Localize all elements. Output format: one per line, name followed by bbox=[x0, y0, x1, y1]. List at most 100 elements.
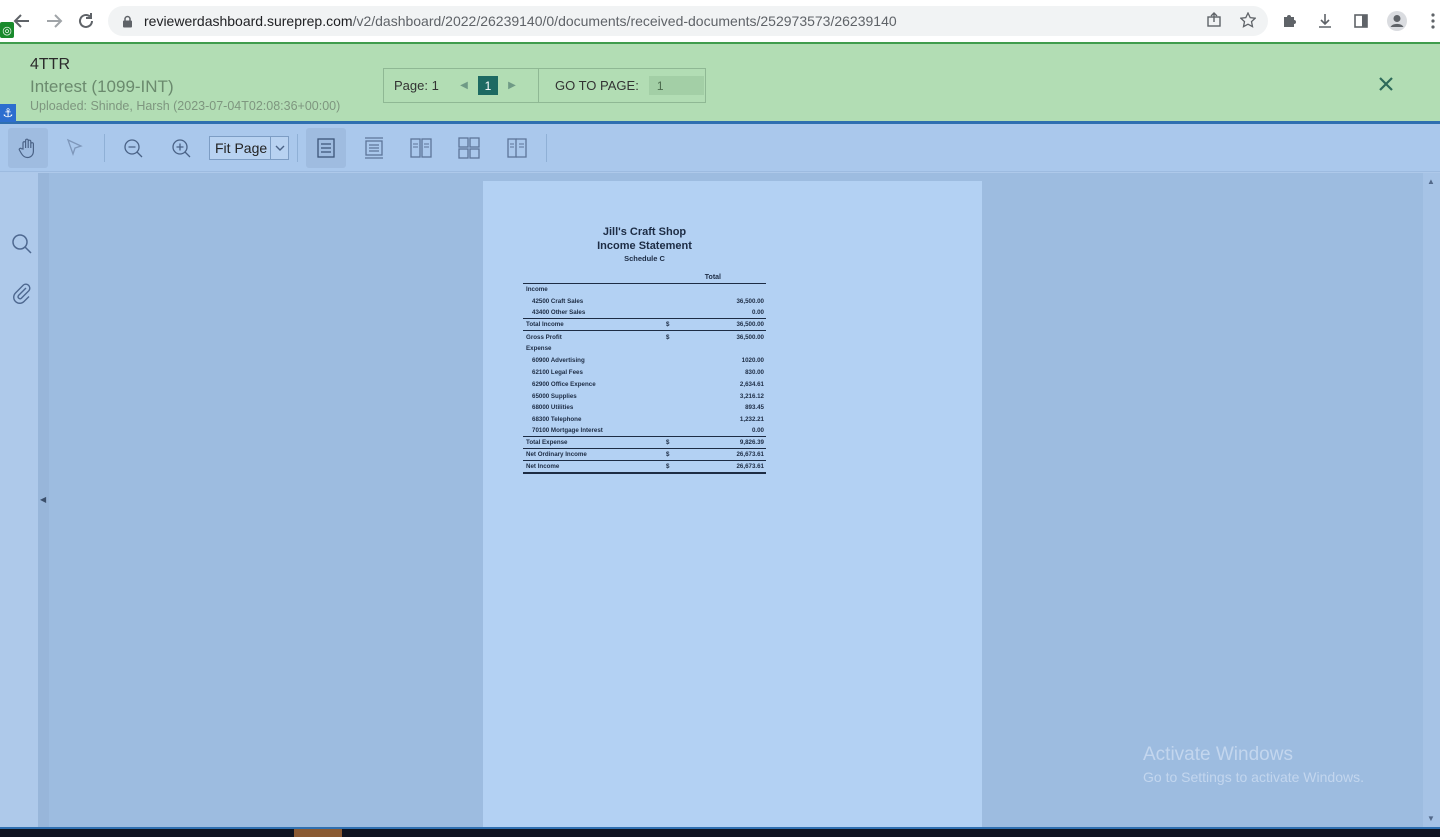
goto-page-input[interactable] bbox=[648, 76, 704, 95]
statement-row: 65000 Supplies 3,216.12 bbox=[523, 390, 766, 402]
statement-row: Total Expense $9,826.39 bbox=[523, 437, 766, 450]
row-amount: 36,500.00 bbox=[736, 333, 764, 341]
address-bar[interactable]: reviewerdashboard.sureprep.com/v2/dashbo… bbox=[108, 6, 1268, 36]
single-page-icon bbox=[317, 138, 335, 158]
close-document-button[interactable] bbox=[1376, 74, 1396, 94]
single-page-view-button[interactable] bbox=[306, 128, 346, 168]
statement-row: 70100 Mortgage Interest 0.00 bbox=[523, 426, 766, 438]
row-label: Total Income bbox=[526, 321, 564, 329]
statement-column-header: Total bbox=[523, 273, 766, 284]
row-label: 68300 Telephone bbox=[532, 416, 582, 424]
row-label: Net Ordinary Income bbox=[526, 451, 587, 459]
scroll-up-icon[interactable]: ▲ bbox=[1427, 177, 1435, 186]
row-currency: $ bbox=[666, 321, 670, 329]
row-amount: 0.00 bbox=[751, 427, 764, 435]
row-amount: 830.00 bbox=[745, 368, 764, 376]
statement-row: 68000 Utilities 893.45 bbox=[523, 402, 766, 414]
row-label: 60900 Advertising bbox=[532, 357, 585, 365]
toolbar-divider bbox=[546, 134, 547, 162]
statement-row: Net Income $26,673.61 bbox=[523, 461, 766, 474]
statement-row: 60900 Advertising 1020.00 bbox=[523, 355, 766, 367]
statement-row: Gross Profit $36,500.00 bbox=[523, 331, 766, 343]
statement-row: 62900 Office Expence 2,634.61 bbox=[523, 378, 766, 390]
side-panel-icon[interactable] bbox=[1348, 8, 1374, 34]
statement-row: Net Ordinary Income $26,673.61 bbox=[523, 449, 766, 461]
statement-row: 42500 Craft Sales 36,500.00 bbox=[523, 296, 766, 308]
zoom-level-select[interactable]: Fit Page bbox=[209, 136, 289, 160]
zoom-out-icon bbox=[124, 139, 143, 158]
income-statement: Jill's Craft Shop Income Statement Sched… bbox=[523, 225, 766, 474]
activate-windows-watermark: Activate Windows Go to Settings to activ… bbox=[1143, 744, 1364, 785]
row-label: Total Expense bbox=[526, 439, 568, 447]
zoom-in-button[interactable] bbox=[161, 128, 201, 168]
row-amount: 1020.00 bbox=[741, 357, 764, 365]
two-page-view-button[interactable] bbox=[401, 128, 441, 168]
close-icon bbox=[1379, 77, 1393, 91]
row-label: 65000 Supplies bbox=[532, 392, 577, 400]
row-label: Income bbox=[526, 286, 548, 294]
zoom-in-icon bbox=[172, 139, 191, 158]
browser-toolbar: reviewerdashboard.sureprep.com/v2/dashbo… bbox=[0, 0, 1440, 42]
prev-page-icon[interactable]: ◀ bbox=[456, 80, 472, 91]
goto-page-label: GO TO PAGE: bbox=[555, 78, 639, 93]
document-header: 4TTR Interest (1099-INT) Uploaded: Shind… bbox=[0, 42, 1440, 124]
toolbar-divider bbox=[104, 134, 105, 162]
pan-tool-button[interactable] bbox=[8, 128, 48, 168]
row-amount: 0.00 bbox=[751, 309, 764, 317]
page-label: Page: 1 bbox=[394, 78, 439, 93]
book-icon bbox=[507, 138, 527, 158]
hand-icon bbox=[18, 138, 34, 159]
continuous-view-button[interactable] bbox=[354, 128, 394, 168]
row-label: Expense bbox=[526, 345, 552, 353]
row-currency: $ bbox=[666, 333, 670, 341]
statement-title: Income Statement bbox=[597, 240, 692, 252]
row-amount: 36,500.00 bbox=[736, 321, 764, 329]
current-page-button[interactable]: 1 bbox=[478, 76, 498, 95]
forward-button[interactable] bbox=[38, 5, 70, 37]
search-button[interactable] bbox=[10, 232, 34, 256]
reload-button[interactable] bbox=[70, 5, 102, 37]
extension-badge-icon[interactable]: ◎ bbox=[0, 22, 14, 38]
bookmark-star-icon[interactable] bbox=[1239, 10, 1257, 31]
row-label: Net Income bbox=[526, 462, 560, 470]
cover-view-button[interactable] bbox=[497, 128, 537, 168]
os-taskbar bbox=[0, 827, 1440, 837]
attachments-button[interactable] bbox=[10, 281, 34, 305]
statement-company: Jill's Craft Shop bbox=[602, 226, 687, 238]
row-amount: 9,826.39 bbox=[739, 439, 764, 447]
row-label: 62900 Office Expence bbox=[532, 380, 596, 388]
statement-row: 43400 Other Sales 0.00 bbox=[523, 308, 766, 320]
url-host: reviewerdashboard.sureprep.com bbox=[144, 13, 353, 29]
row-label: 70100 Mortgage Interest bbox=[532, 427, 603, 435]
viewer-scrollbar[interactable]: ▲ ▼ bbox=[1423, 173, 1440, 827]
row-label: 68000 Utilities bbox=[532, 404, 574, 412]
reload-icon bbox=[79, 13, 93, 28]
anchor-icon[interactable]: ⚓ bbox=[0, 104, 16, 122]
two-page-continuous-icon bbox=[458, 137, 480, 159]
row-amount: 3,216.12 bbox=[739, 392, 764, 400]
sidebar-collapse-handle[interactable]: ◀ bbox=[38, 173, 49, 827]
next-page-icon[interactable]: ▶ bbox=[504, 80, 520, 91]
statement-subtitle: Schedule C bbox=[624, 254, 665, 263]
extensions-puzzle-icon[interactable] bbox=[1276, 8, 1302, 34]
lock-icon bbox=[120, 14, 134, 28]
arrow-right-icon bbox=[47, 14, 63, 28]
statement-row: 62100 Legal Fees 830.00 bbox=[523, 367, 766, 379]
row-label: 62100 Legal Fees bbox=[532, 368, 583, 376]
watermark-subtitle: Go to Settings to activate Windows. bbox=[1143, 769, 1364, 785]
browser-menu-icon[interactable] bbox=[1420, 8, 1440, 34]
chevron-down-icon bbox=[270, 137, 288, 159]
scroll-down-icon[interactable]: ▼ bbox=[1427, 814, 1435, 823]
taskbar-app-icon[interactable] bbox=[294, 829, 342, 837]
search-icon bbox=[12, 234, 32, 254]
share-icon[interactable] bbox=[1206, 11, 1222, 31]
document-page: Jill's Craft Shop Income Statement Sched… bbox=[483, 181, 982, 827]
profile-avatar-icon[interactable] bbox=[1384, 8, 1410, 34]
statement-row: Income bbox=[523, 284, 766, 296]
select-tool-button[interactable] bbox=[55, 128, 95, 168]
row-currency: $ bbox=[666, 462, 670, 470]
zoom-out-button[interactable] bbox=[113, 128, 153, 168]
two-page-continuous-view-button[interactable] bbox=[449, 128, 489, 168]
collapse-left-icon: ◀ bbox=[40, 495, 47, 504]
download-icon[interactable] bbox=[1312, 8, 1338, 34]
